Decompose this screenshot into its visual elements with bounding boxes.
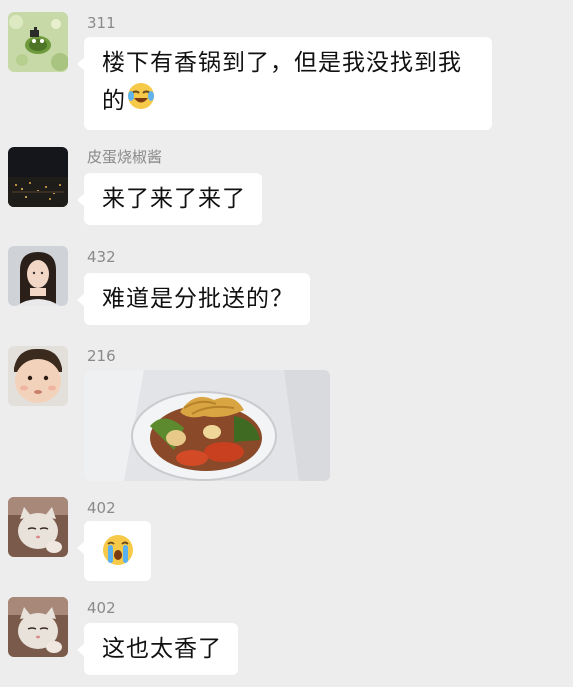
message-bubble[interactable]: 难道是分批送的？ — [77, 273, 310, 325]
sender-name: 402 — [87, 499, 116, 517]
message-text: 楼下有香锅到了，但是我没找到我 — [102, 50, 462, 76]
avatar[interactable] — [8, 147, 68, 207]
cat-avatar-icon — [8, 597, 68, 657]
sender-name: 402 — [87, 599, 116, 617]
message-bubble[interactable]: 来了来了来了 — [77, 173, 262, 225]
sender-name: 216 — [87, 347, 116, 365]
night-city-avatar-icon — [8, 147, 68, 207]
message-bubble[interactable] — [77, 521, 151, 581]
message-bubble[interactable]: 这也太香了 — [77, 623, 238, 675]
frog-avatar-icon — [8, 12, 68, 72]
food-bowl-image-icon — [84, 370, 330, 481]
avatar[interactable] — [8, 346, 68, 406]
message-bubble[interactable]: 楼下有香锅到了，但是我没找到我 的 — [77, 37, 492, 130]
sender-name: 311 — [87, 14, 116, 32]
avatar[interactable] — [8, 597, 68, 657]
girl-avatar-icon — [8, 246, 68, 306]
crying-face-emoji-icon — [101, 535, 135, 573]
cat-avatar-icon — [8, 497, 68, 557]
avatar[interactable] — [8, 497, 68, 557]
sender-name: 皮蛋烧椒酱 — [87, 148, 163, 166]
avatar[interactable] — [8, 12, 68, 72]
child-avatar-icon — [8, 346, 68, 406]
message-text-line2: 的 — [102, 81, 476, 122]
food-bowl-photo[interactable] — [84, 370, 330, 481]
sender-name: 432 — [87, 248, 116, 266]
laughing-crying-emoji-icon — [126, 81, 156, 122]
avatar[interactable] — [8, 246, 68, 306]
